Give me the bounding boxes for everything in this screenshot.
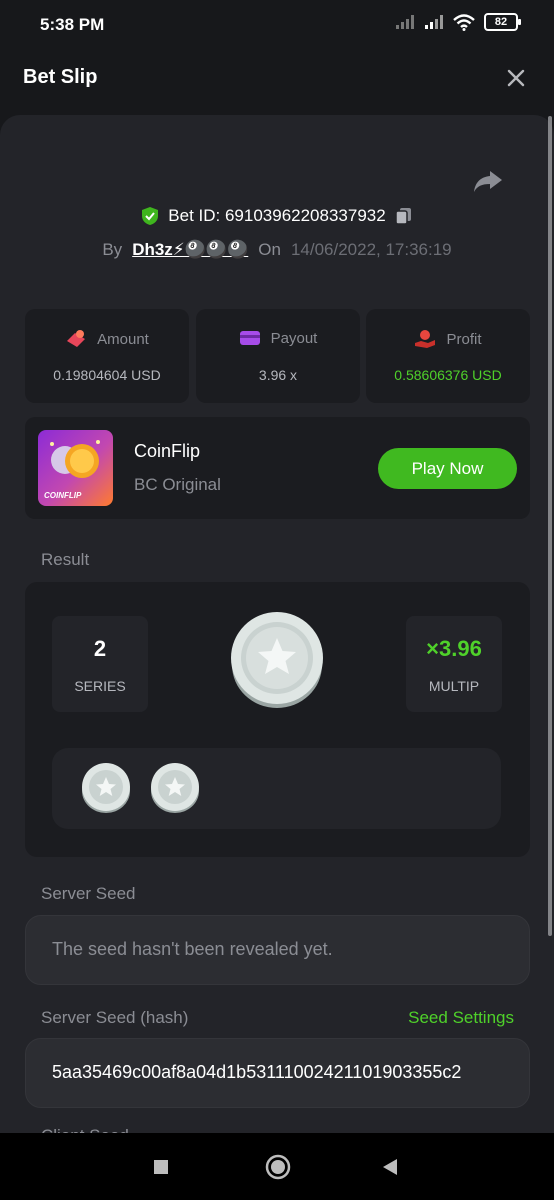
profit-label: Profit <box>446 330 482 348</box>
wallet-icon <box>239 331 260 345</box>
history-coin-icon <box>82 763 130 813</box>
by-label: By <box>102 240 123 259</box>
server-seed-hash-value: 5aa35469c00af8a04d1b53111002421101903355… <box>52 1062 462 1082</box>
coin-history <box>52 748 501 829</box>
seed-settings-link[interactable]: Seed Settings <box>408 1008 514 1028</box>
bet-date: 14/06/2022, 17:36:19 <box>290 240 452 259</box>
status-bar: 5:38 PM 82 <box>0 0 554 46</box>
server-seed-hash-field[interactable]: 5aa35469c00af8a04d1b53111002421101903355… <box>25 1038 530 1108</box>
series-value: 2 <box>93 636 107 661</box>
game-subtitle: BC Original <box>134 475 221 494</box>
game-thumb-label: COINFLIP <box>44 491 82 500</box>
bet-id: Bet ID: 69103962208337932 <box>168 206 386 225</box>
server-seed-label: Server Seed <box>41 884 136 903</box>
share-icon[interactable] <box>472 167 504 195</box>
bettor-row: By Dh3z⚡🎱🎱🎱 On 14/06/2022, 17:36:19 <box>0 240 554 260</box>
battery-indicator: 82 <box>484 13 521 31</box>
payout-value: 3.96 x <box>258 367 298 383</box>
server-seed-hash-label: Server Seed (hash) <box>41 1008 189 1027</box>
signal-icon <box>396 15 414 29</box>
amount-stat: Amount 0.19804604 USD <box>25 309 189 403</box>
system-nav-bar <box>0 1133 554 1200</box>
payout-label: Payout <box>270 329 318 347</box>
signal-icon-2 <box>425 15 443 29</box>
amount-value: 0.19804604 USD <box>53 367 161 383</box>
history-coin-icon <box>151 763 199 813</box>
verified-shield-icon <box>142 207 159 225</box>
multiplier-label: MULTIP <box>428 678 480 694</box>
multiplier-value: ×3.96 <box>426 636 482 661</box>
status-icons: 82 <box>395 13 521 31</box>
back-icon[interactable] <box>378 1155 402 1179</box>
header: Bet Slip <box>0 46 554 110</box>
wifi-icon <box>453 13 475 31</box>
username-link[interactable]: Dh3z⚡🎱🎱🎱 <box>132 240 248 260</box>
profit-hand-icon <box>415 330 436 348</box>
on-label: On <box>258 240 281 259</box>
amount-icon <box>67 330 86 347</box>
copy-icon[interactable] <box>394 206 414 226</box>
scrollbar[interactable] <box>548 116 552 936</box>
page-title: Bet Slip <box>23 66 98 88</box>
server-seed-placeholder: The seed hasn't been revealed yet. <box>52 939 333 959</box>
game-thumbnail[interactable]: COINFLIP <box>38 430 113 506</box>
play-now-button[interactable]: Play Now <box>378 448 517 489</box>
result-label: Result <box>41 550 90 569</box>
profit-value: 0.58606376 USD <box>394 367 502 383</box>
payout-stat: Payout 3.96 x <box>196 309 360 403</box>
silver-coin-icon <box>231 612 323 708</box>
game-card: COINFLIP CoinFlip BC Original Play Now <box>25 417 530 519</box>
amount-label: Amount <box>97 330 149 348</box>
home-icon[interactable] <box>264 1153 292 1181</box>
server-seed-field[interactable]: The seed hasn't been revealed yet. <box>25 915 530 985</box>
multiplier-box: ×3.96 MULTIP <box>406 616 502 712</box>
recent-apps-icon[interactable] <box>149 1155 173 1179</box>
result-box: 2 SERIES ×3.96 MULTIP <box>25 582 530 857</box>
series-label: SERIES <box>74 678 126 694</box>
status-time: 5:38 PM <box>40 15 105 34</box>
battery-level: 82 <box>494 16 508 28</box>
close-icon[interactable] <box>504 66 528 90</box>
game-name: CoinFlip <box>134 441 201 461</box>
bet-id-row: Bet ID: 69103962208337932 <box>0 206 554 226</box>
series-box: 2 SERIES <box>52 616 148 712</box>
profit-stat: Profit 0.58606376 USD <box>366 309 530 403</box>
